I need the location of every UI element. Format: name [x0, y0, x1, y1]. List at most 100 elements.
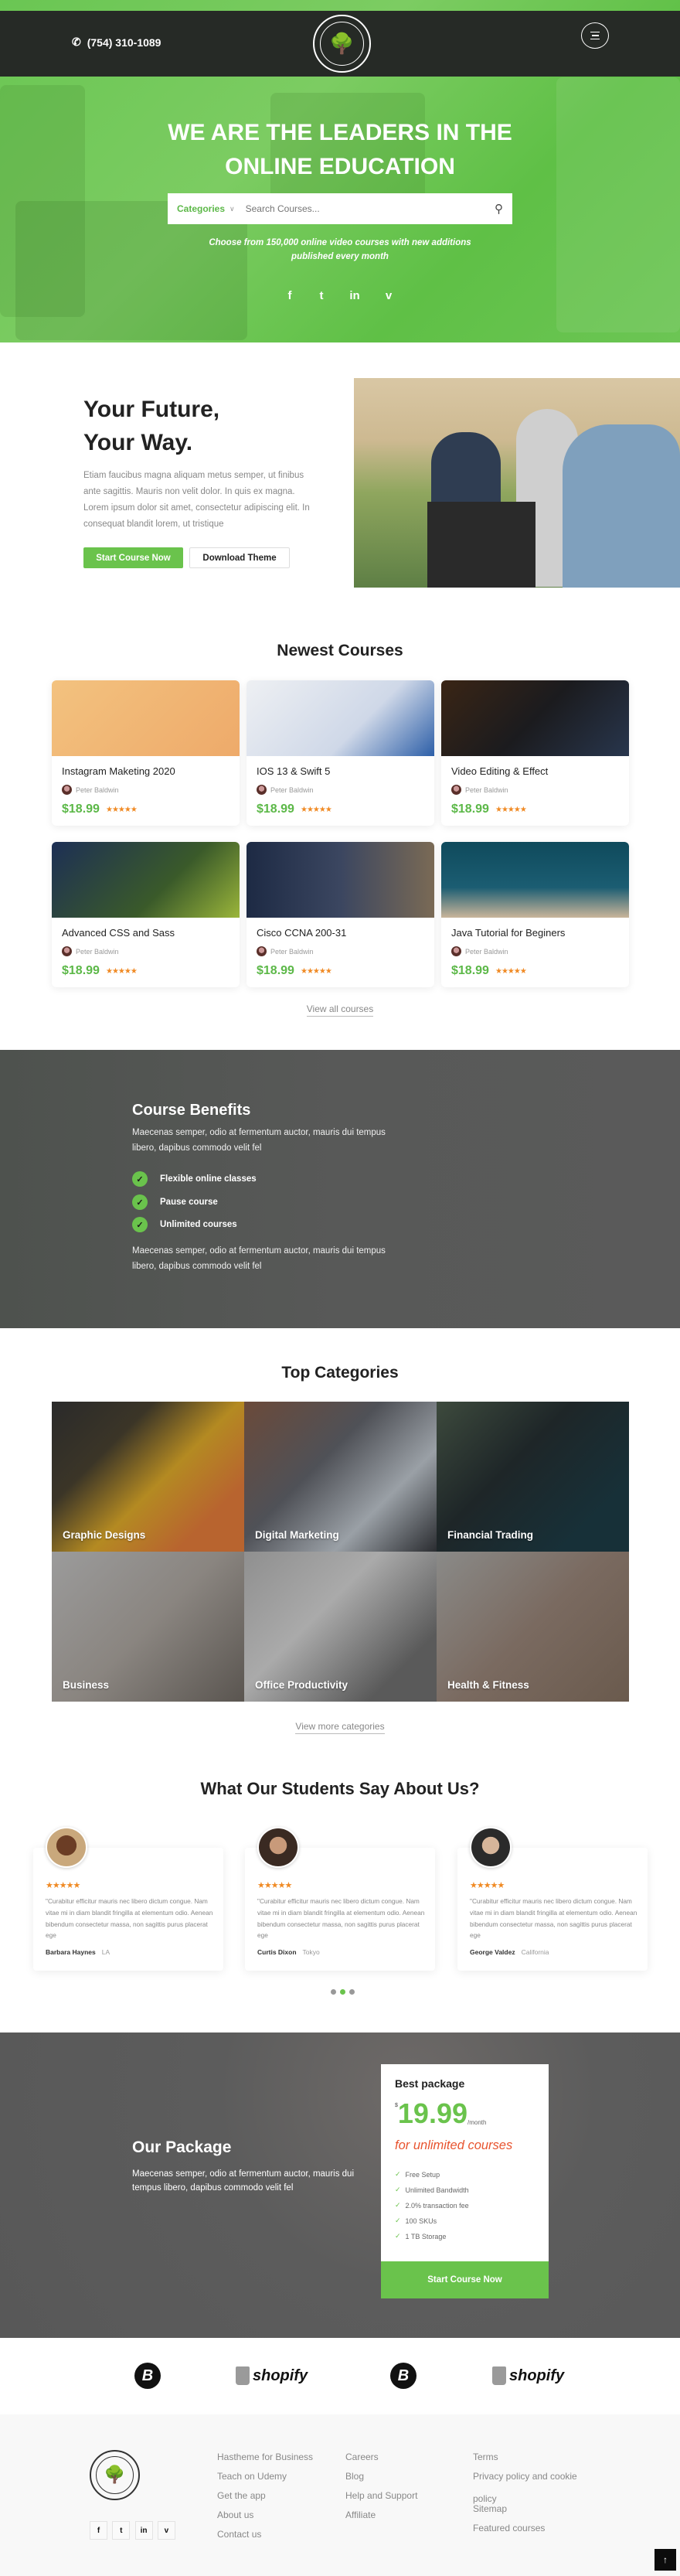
footer-link[interactable]: Sitemap — [473, 2503, 589, 2515]
linkedin-icon[interactable]: in — [347, 289, 362, 302]
course-card[interactable]: Video Editing & Effect Peter Baldwin $18… — [441, 680, 629, 826]
footer-link[interactable]: Teach on Udemy — [217, 2471, 333, 2482]
category-label: Business — [63, 1679, 110, 1691]
menu-button[interactable] — [581, 22, 609, 49]
future-title: Your Future, Your Way. — [83, 397, 220, 455]
category-tile[interactable]: Office Productivity — [244, 1552, 437, 1702]
carousel-dot-3[interactable] — [349, 1989, 355, 1995]
course-title[interactable]: Java Tutorial for Beginers — [451, 927, 565, 939]
course-price: $18.99 — [257, 802, 294, 816]
category-tile[interactable]: Graphic Designs — [52, 1402, 244, 1552]
course-title[interactable]: IOS 13 & Swift 5 — [257, 765, 330, 777]
back-to-top-button[interactable]: ↑ — [654, 2549, 676, 2571]
course-card[interactable]: Java Tutorial for Beginers Peter Baldwin… — [441, 842, 629, 987]
category-tile[interactable]: Financial Trading — [437, 1402, 629, 1552]
testimonial-city: LA — [101, 1948, 110, 1956]
course-title[interactable]: Video Editing & Effect — [451, 765, 548, 777]
hero-subtitle: Choose from 150,000 online video courses… — [209, 238, 471, 261]
footer-link[interactable]: Blog — [345, 2471, 461, 2482]
footer-link[interactable]: Affiliate — [345, 2510, 461, 2521]
avatar — [62, 946, 72, 956]
footer-link[interactable]: Contact us — [217, 2529, 333, 2540]
twitter-icon[interactable]: t — [314, 289, 329, 302]
check-icon: ✓ — [395, 2201, 401, 2209]
course-thumbnail — [441, 842, 629, 918]
phone-icon: ✆ — [72, 36, 81, 48]
partner-logo: B — [134, 2363, 161, 2389]
footer-logo[interactable]: 🌳 — [90, 2450, 140, 2500]
package-paragraph: Maecenas semper, odio at fermentum aucto… — [132, 2169, 355, 2193]
search-icon[interactable]: ⚲ — [495, 202, 503, 216]
package-feature: ✓ Unlimited Bandwidth — [395, 2186, 469, 2194]
students-photo — [354, 378, 680, 588]
rating-stars-icon: ★★★★★ — [301, 806, 332, 814]
category-tile[interactable]: Health & Fitness — [437, 1552, 629, 1702]
shopping-bag-icon — [236, 2366, 250, 2385]
benefits-section — [0, 1050, 680, 1328]
twitter-icon[interactable]: t — [112, 2521, 131, 2540]
course-title[interactable]: Cisco CCNA 200-31 — [257, 927, 346, 939]
category-tile[interactable]: Digital Marketing — [244, 1402, 437, 1552]
top-categories-title: Top Categories — [281, 1364, 399, 1382]
footer-link[interactable]: Terms — [473, 2452, 589, 2463]
carousel-dot-2-active[interactable] — [340, 1989, 345, 1995]
footer-link[interactable]: Careers — [345, 2452, 461, 2463]
check-icon: ✓ — [395, 2186, 401, 2193]
avatar — [62, 785, 72, 795]
testimonials-title: What Our Students Say About Us? — [200, 1779, 480, 1798]
partner-logo: B — [390, 2363, 416, 2389]
footer-link[interactable]: Hastheme for Business — [217, 2452, 333, 2463]
course-author: Peter Baldwin — [270, 785, 314, 794]
carousel-dot-1[interactable] — [331, 1989, 336, 1995]
testimonial-name: Barbara Haynes — [46, 1948, 96, 1956]
facebook-icon[interactable]: f — [282, 289, 298, 302]
course-price: $18.99 — [451, 964, 489, 977]
course-card[interactable]: Advanced CSS and Sass Peter Baldwin $18.… — [52, 842, 240, 987]
start-course-button[interactable]: Start Course Now — [83, 547, 183, 568]
footer-link[interactable]: Featured courses — [473, 2523, 589, 2534]
arrow-up-icon: ↑ — [663, 2554, 668, 2565]
logo[interactable]: 🌳 — [313, 15, 371, 73]
category-label: Office Productivity — [255, 1679, 348, 1691]
hero-title: WE ARE THE LEADERS IN THE ONLINE EDUCATIO… — [168, 120, 512, 179]
course-card[interactable]: IOS 13 & Swift 5 Peter Baldwin $18.99 ★★… — [246, 680, 434, 826]
rating-stars-icon: ★★★★★ — [495, 806, 527, 814]
course-price: $18.99 — [62, 964, 100, 977]
download-theme-button[interactable]: Download Theme — [189, 547, 290, 568]
category-tile[interactable]: Business — [52, 1552, 244, 1702]
benefit-item: ✓ Pause course — [132, 1194, 218, 1210]
package-start-course-button[interactable]: Start Course Now — [381, 2261, 549, 2298]
linkedin-icon[interactable]: in — [134, 2521, 153, 2540]
newest-courses-title: Newest Courses — [277, 642, 403, 659]
footer-link[interactable]: Help and Support — [345, 2490, 461, 2502]
future-paragraph: Etiam faucibus magna aliquam metus sempe… — [83, 471, 310, 529]
facebook-icon[interactable]: f — [90, 2521, 107, 2540]
course-thumbnail — [246, 680, 434, 756]
categories-dropdown[interactable]: Categories — [177, 203, 225, 214]
vimeo-icon[interactable]: v — [157, 2521, 175, 2540]
view-all-courses-link[interactable]: View all courses — [306, 1003, 374, 1017]
search-input[interactable] — [245, 203, 495, 214]
chevron-down-icon: ∨ — [230, 204, 235, 213]
course-title[interactable]: Advanced CSS and Sass — [62, 927, 175, 939]
testimonial-name: George Valdez — [470, 1948, 515, 1956]
course-title[interactable]: Instagram Maketing 2020 — [62, 765, 175, 777]
view-more-categories-link[interactable]: View more categories — [295, 1721, 385, 1734]
testimonial-city: California — [521, 1948, 549, 1956]
category-label: Digital Marketing — [255, 1529, 339, 1541]
course-card[interactable]: Instagram Maketing 2020 Peter Baldwin $1… — [52, 680, 240, 826]
footer-link[interactable]: Get the app — [217, 2490, 333, 2502]
check-circle-icon: ✓ — [132, 1171, 148, 1187]
footer-link[interactable]: About us — [217, 2510, 333, 2521]
phone-link[interactable]: ✆ (754) 310-1089 — [72, 36, 161, 49]
course-author: Peter Baldwin — [76, 785, 119, 794]
package-price: $ 19.99 /month — [395, 2097, 487, 2129]
testimonial-name: Curtis Dixon — [257, 1948, 297, 1956]
vimeo-icon[interactable]: v — [381, 289, 396, 302]
benefit-item: ✓ Flexible online classes — [132, 1171, 257, 1187]
course-card[interactable]: Cisco CCNA 200-31 Peter Baldwin $18.99 ★… — [246, 842, 434, 987]
check-circle-icon: ✓ — [132, 1217, 148, 1232]
benefits-paragraph-2: Maecenas semper, odio at fermentum aucto… — [132, 1246, 386, 1271]
package-feature: ✓ 1 TB Storage — [395, 2232, 447, 2240]
course-thumbnail — [441, 680, 629, 756]
